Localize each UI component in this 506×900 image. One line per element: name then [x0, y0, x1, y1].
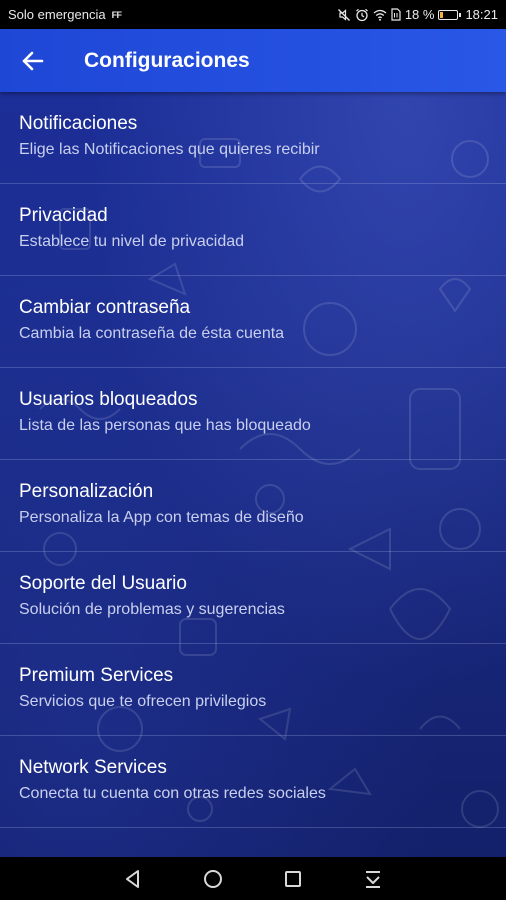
back-button[interactable] — [10, 38, 56, 84]
setting-title: Privacidad — [19, 205, 108, 226]
page-title: Configuraciones — [84, 48, 250, 72]
setting-title: Cambiar contraseña — [19, 297, 191, 318]
settings-list: Notificaciones Elige las Notificaciones … — [0, 92, 506, 828]
carrier-flag: FF — [111, 9, 123, 20]
setting-subtitle: Elige las Notificaciones que quieres rec… — [19, 141, 320, 158]
setting-title: Soporte del Usuario — [19, 573, 187, 594]
app-screen: Configuraciones Notificaciones Elige las… — [0, 29, 506, 857]
setting-subtitle: Servicios que te ofrecen privilegios — [19, 693, 267, 710]
setting-premium-services[interactable]: Premium Services Servicios que te ofrece… — [0, 644, 506, 736]
wifi-icon — [373, 9, 387, 21]
setting-usuarios-bloqueados[interactable]: Usuarios bloqueados Lista de las persona… — [0, 368, 506, 460]
setting-subtitle: Cambia la contraseña de ésta cuenta — [19, 325, 285, 342]
alarm-icon — [355, 8, 369, 22]
setting-personalizacion[interactable]: Personalización Personaliza la App con t… — [0, 460, 506, 552]
recents-square-icon — [285, 870, 301, 887]
app-bar: Configuraciones — [0, 29, 506, 92]
status-right: 18 % 18:21 — [337, 7, 498, 22]
home-circle-icon — [204, 869, 222, 888]
setting-notificaciones[interactable]: Notificaciones Elige las Notificaciones … — [0, 92, 506, 184]
carrier-text: Solo emergencia — [8, 7, 106, 22]
arrow-left-icon — [22, 51, 44, 70]
nav-home-button[interactable] — [173, 857, 253, 900]
setting-cambiar-contrasena[interactable]: Cambiar contraseña Cambia la contraseña … — [0, 276, 506, 368]
status-left: Solo emergencia FF — [8, 7, 122, 22]
system-nav-bar — [0, 857, 506, 900]
clock: 18:21 — [465, 7, 498, 22]
setting-subtitle: Lista de las personas que has bloqueado — [19, 417, 311, 434]
back-triangle-icon — [126, 869, 139, 888]
setting-title: Premium Services — [19, 665, 174, 686]
setting-subtitle: Establece tu nivel de privacidad — [19, 233, 245, 250]
setting-title: Usuarios bloqueados — [19, 389, 198, 410]
mute-icon — [337, 8, 351, 22]
setting-privacidad[interactable]: Privacidad Establece tu nivel de privaci… — [0, 184, 506, 276]
setting-subtitle: Conecta tu cuenta con otras redes social… — [19, 785, 326, 802]
notification-pull-icon — [366, 870, 380, 888]
sim-icon — [391, 8, 401, 21]
setting-network-services[interactable]: Network Services Conecta tu cuenta con o… — [0, 736, 506, 828]
nav-notification-button[interactable] — [333, 857, 413, 900]
battery-icon — [438, 9, 462, 20]
setting-title: Personalización — [19, 481, 154, 502]
battery-percent: 18 % — [404, 7, 435, 22]
status-bar: Solo emergencia FF 18 % 18:21 — [0, 0, 506, 29]
setting-title: Network Services — [19, 757, 167, 778]
battery-fill — [440, 11, 444, 18]
setting-title: Notificaciones — [19, 113, 138, 134]
nav-back-button[interactable] — [93, 857, 173, 900]
nav-recents-button[interactable] — [253, 857, 333, 900]
setting-subtitle: Personaliza la App con temas de diseño — [19, 509, 304, 526]
setting-soporte-del-usuario[interactable]: Soporte del Usuario Solución de problema… — [0, 552, 506, 644]
setting-subtitle: Solución de problemas y sugerencias — [19, 601, 285, 618]
